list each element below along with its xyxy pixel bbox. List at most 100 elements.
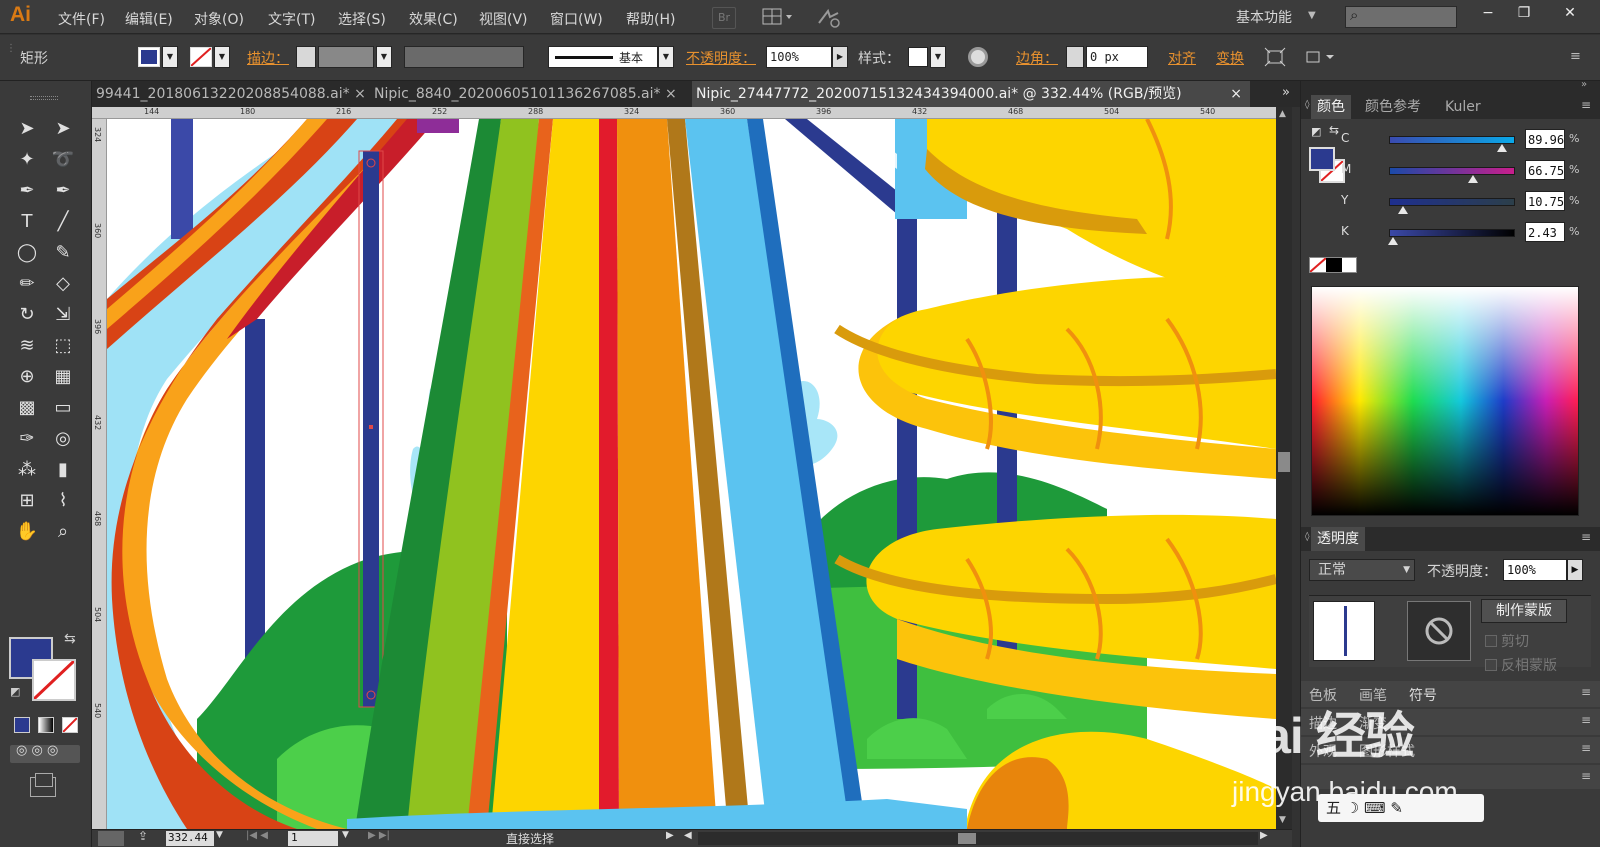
- horizontal-ruler[interactable]: 144 180 216 252 288 324 360 396 432 468 504 540: [92, 107, 1278, 119]
- artboard-canvas[interactable]: [107, 119, 1276, 829]
- tab-kuler[interactable]: Kuler: [1439, 95, 1487, 119]
- horizontal-scrollbar[interactable]: [698, 832, 1258, 845]
- fill-dropdown[interactable]: ▼: [162, 46, 178, 68]
- menu-object[interactable]: 对象(O): [194, 9, 244, 29]
- channel-slider-c[interactable]: [1389, 136, 1515, 152]
- ime-toolbar[interactable]: 五 ☽ ⌨ ✎: [1318, 794, 1484, 822]
- close-icon[interactable]: ×: [354, 86, 364, 102]
- object-thumbnail[interactable]: [1313, 601, 1375, 661]
- close-button[interactable]: ✕: [1554, 2, 1586, 24]
- ellipse-icon[interactable]: ◯: [12, 239, 42, 267]
- default-fill-stroke-icon[interactable]: ◩: [1311, 125, 1321, 138]
- eyedropper-icon[interactable]: ✑: [12, 425, 42, 453]
- perspective-grid-icon[interactable]: ▦: [48, 363, 78, 391]
- panel-menu-icon[interactable]: ≡: [1581, 685, 1591, 699]
- fill-swatch[interactable]: [138, 47, 160, 67]
- channel-slider-m[interactable]: [1389, 167, 1515, 183]
- color-spectrum[interactable]: [1311, 286, 1579, 516]
- artboard-icon[interactable]: ⊞: [12, 487, 42, 515]
- close-icon[interactable]: ×: [665, 86, 677, 102]
- quick-swatches[interactable]: [1309, 257, 1357, 273]
- opacity-label[interactable]: 不透明度：: [686, 48, 756, 68]
- corner-radius-input[interactable]: 0 px: [1086, 46, 1148, 68]
- opacity-slider-arrow[interactable]: ▶: [1567, 559, 1583, 581]
- pencil-icon[interactable]: ✏: [12, 270, 42, 298]
- slider-knob[interactable]: [1388, 237, 1399, 245]
- invert-mask-checkbox[interactable]: [1485, 659, 1497, 671]
- tab-color-guide[interactable]: 颜色参考: [1359, 95, 1427, 119]
- arrange-documents-icon[interactable]: [762, 8, 796, 26]
- slider-knob[interactable]: [1467, 175, 1478, 183]
- tab-color[interactable]: 颜色: [1311, 95, 1351, 119]
- h-scroll-thumb[interactable]: [958, 833, 976, 844]
- menu-help[interactable]: 帮助(H): [626, 9, 675, 29]
- zoom-dropdown[interactable]: ▼: [216, 830, 223, 840]
- stroke-weight-input[interactable]: [318, 46, 374, 68]
- tab-document-3[interactable]: Nipic_27447772_20200715132434394000.ai* …: [692, 81, 1250, 107]
- gpu-performance-icon[interactable]: [816, 7, 842, 29]
- none-mode-icon[interactable]: [62, 717, 78, 733]
- tab-transparency[interactable]: 透明度: [1311, 527, 1365, 551]
- gradient-mode-icon[interactable]: [38, 717, 54, 733]
- tab-document-2[interactable]: Nipic_8840_20200605101136267085.ai* ×: [370, 81, 688, 107]
- blend-icon[interactable]: ◎: [48, 425, 78, 453]
- channel-value-c[interactable]: 89.96: [1525, 129, 1565, 149]
- scroll-down-icon[interactable]: ▼: [1279, 815, 1286, 825]
- stroke-color-box[interactable]: [32, 659, 76, 701]
- scroll-right-icon[interactable]: ▶: [1260, 830, 1268, 841]
- direct-selection-icon[interactable]: ➤: [48, 115, 78, 143]
- slider-knob[interactable]: [1496, 144, 1507, 152]
- default-colors-icon[interactable]: ◩: [10, 685, 20, 698]
- menu-type[interactable]: 文字(T): [268, 9, 315, 29]
- restore-button[interactable]: ❐: [1508, 2, 1540, 24]
- scroll-thumb[interactable]: [1278, 452, 1290, 472]
- type-icon[interactable]: T: [12, 208, 42, 236]
- color-mode-icon[interactable]: [14, 717, 30, 733]
- help-search-input[interactable]: ⌕: [1345, 6, 1457, 28]
- menu-file[interactable]: 文件(F): [58, 9, 105, 29]
- color-panel-fill[interactable]: [1309, 147, 1335, 171]
- paintbrush-icon[interactable]: ✎: [48, 239, 78, 267]
- transparency-opacity-input[interactable]: 100%: [1503, 559, 1567, 581]
- mask-thumbnail[interactable]: [1407, 601, 1471, 661]
- tab-overflow-icon[interactable]: »: [1282, 85, 1290, 100]
- close-icon[interactable]: ×: [1230, 81, 1242, 107]
- warp-icon[interactable]: ≋: [12, 332, 42, 360]
- opacity-input[interactable]: 100%: [766, 46, 832, 68]
- panel-menu-icon[interactable]: ≡: [1581, 98, 1591, 112]
- opacity-arrow[interactable]: ▶: [832, 46, 848, 68]
- channel-value-m[interactable]: 66.75: [1525, 160, 1565, 180]
- channel-value-y[interactable]: 10.75: [1525, 191, 1565, 211]
- vertical-ruler[interactable]: 324 360 396 432 468 504 540: [92, 119, 107, 829]
- align-link[interactable]: 对齐: [1168, 48, 1196, 68]
- panel-menu-icon[interactable]: ≡: [1581, 769, 1591, 783]
- magic-wand-icon[interactable]: ✦: [12, 146, 42, 174]
- isolate-icon[interactable]: [1264, 47, 1286, 67]
- panel-menu-icon[interactable]: ≡: [1581, 713, 1591, 727]
- stroke-dropdown[interactable]: ▼: [214, 46, 230, 68]
- selection-icon[interactable]: ➤: [12, 115, 42, 143]
- panel-toggle-icon[interactable]: ◊: [1305, 532, 1309, 542]
- panel-dock-header[interactable]: »: [1301, 79, 1600, 95]
- variable-width-profile[interactable]: [404, 46, 524, 68]
- brush-definition[interactable]: 基本: [548, 46, 658, 68]
- zoom-level-input[interactable]: 332.44: [166, 831, 214, 846]
- arrange-icon[interactable]: [1304, 47, 1344, 67]
- curvature-icon[interactable]: ✒: [48, 177, 78, 205]
- column-graph-icon[interactable]: ▮: [48, 456, 78, 484]
- free-transform-icon[interactable]: ⬚: [48, 332, 78, 360]
- menu-edit[interactable]: 编辑(E): [125, 9, 173, 29]
- draw-mode-icons[interactable]: ◎ ◎ ◎: [10, 743, 80, 763]
- style-dropdown[interactable]: ▼: [930, 46, 946, 68]
- swap-fill-stroke-icon[interactable]: ⇆: [1329, 123, 1339, 137]
- clip-checkbox[interactable]: [1485, 635, 1497, 647]
- stroke-label[interactable]: 描边：: [247, 48, 289, 68]
- menu-select[interactable]: 选择(S): [338, 9, 386, 29]
- blend-mode-select[interactable]: 正常 ▼: [1309, 559, 1415, 581]
- eraser-icon[interactable]: ◇: [48, 270, 78, 298]
- tab-document-1[interactable]: 99441_20180613220208854088.ai* ×: [92, 81, 364, 107]
- stroke-swatch[interactable]: [190, 47, 212, 67]
- screen-mode-icon[interactable]: [30, 773, 56, 797]
- shape-builder-icon[interactable]: ⊕: [12, 363, 42, 391]
- recolor-artwork-icon[interactable]: [968, 47, 988, 67]
